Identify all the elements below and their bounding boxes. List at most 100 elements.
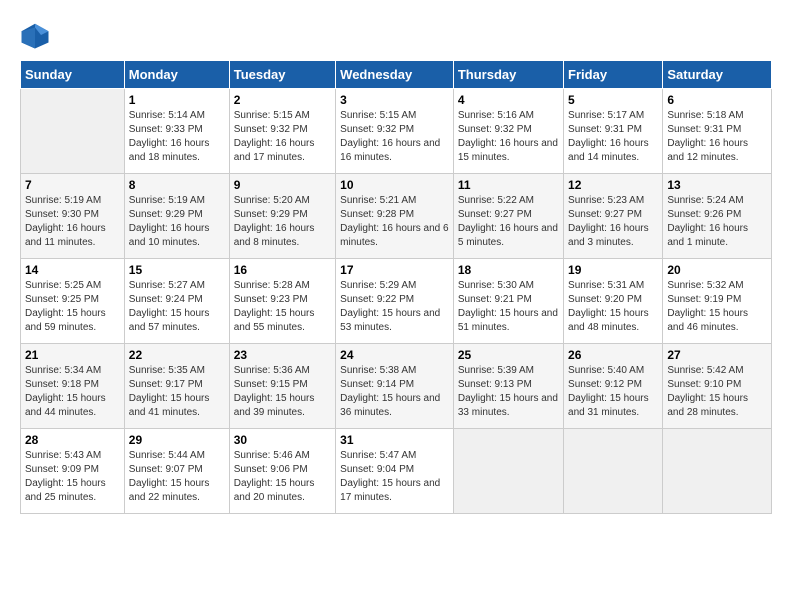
day-info: Sunrise: 5:47 AM Sunset: 9:04 PM Dayligh…: [340, 449, 449, 505]
daylight-text: Daylight: 15 hours and 41 minutes.: [129, 393, 210, 418]
calendar-cell: 2 Sunrise: 5:15 AM Sunset: 9:32 PM Dayli…: [229, 89, 335, 174]
day-number: 12: [568, 178, 658, 192]
day-info: Sunrise: 5:19 AM Sunset: 9:29 PM Dayligh…: [129, 194, 225, 250]
calendar-cell: 29 Sunrise: 5:44 AM Sunset: 9:07 PM Dayl…: [124, 429, 229, 514]
day-info: Sunrise: 5:27 AM Sunset: 9:24 PM Dayligh…: [129, 279, 225, 335]
day-info: Sunrise: 5:17 AM Sunset: 9:31 PM Dayligh…: [568, 109, 658, 165]
calendar-cell: 18 Sunrise: 5:30 AM Sunset: 9:21 PM Dayl…: [453, 259, 563, 344]
sunrise-text: Sunrise: 5:20 AM: [234, 195, 310, 206]
calendar-cell: 16 Sunrise: 5:28 AM Sunset: 9:23 PM Dayl…: [229, 259, 335, 344]
day-number: 7: [25, 178, 120, 192]
daylight-text: Daylight: 15 hours and 17 minutes.: [340, 478, 440, 503]
sunrise-text: Sunrise: 5:36 AM: [234, 365, 310, 376]
day-info: Sunrise: 5:30 AM Sunset: 9:21 PM Dayligh…: [458, 279, 559, 335]
day-number: 31: [340, 433, 449, 447]
sunrise-text: Sunrise: 5:24 AM: [667, 195, 743, 206]
calendar-cell: 31 Sunrise: 5:47 AM Sunset: 9:04 PM Dayl…: [336, 429, 454, 514]
sunrise-text: Sunrise: 5:22 AM: [458, 195, 534, 206]
calendar-cell: 7 Sunrise: 5:19 AM Sunset: 9:30 PM Dayli…: [21, 174, 125, 259]
calendar-cell: 9 Sunrise: 5:20 AM Sunset: 9:29 PM Dayli…: [229, 174, 335, 259]
calendar-week-row: 1 Sunrise: 5:14 AM Sunset: 9:33 PM Dayli…: [21, 89, 772, 174]
sunset-text: Sunset: 9:22 PM: [340, 294, 414, 305]
day-number: 10: [340, 178, 449, 192]
daylight-text: Daylight: 15 hours and 31 minutes.: [568, 393, 649, 418]
sunrise-text: Sunrise: 5:42 AM: [667, 365, 743, 376]
day-info: Sunrise: 5:20 AM Sunset: 9:29 PM Dayligh…: [234, 194, 331, 250]
calendar-week-row: 7 Sunrise: 5:19 AM Sunset: 9:30 PM Dayli…: [21, 174, 772, 259]
sunset-text: Sunset: 9:15 PM: [234, 379, 308, 390]
daylight-text: Daylight: 15 hours and 22 minutes.: [129, 478, 210, 503]
day-info: Sunrise: 5:32 AM Sunset: 9:19 PM Dayligh…: [667, 279, 767, 335]
day-number: 18: [458, 263, 559, 277]
daylight-text: Daylight: 16 hours and 8 minutes.: [234, 223, 315, 248]
day-number: 23: [234, 348, 331, 362]
sunrise-text: Sunrise: 5:15 AM: [234, 110, 310, 121]
sunset-text: Sunset: 9:29 PM: [129, 209, 203, 220]
daylight-text: Daylight: 15 hours and 57 minutes.: [129, 308, 210, 333]
day-info: Sunrise: 5:34 AM Sunset: 9:18 PM Dayligh…: [25, 364, 120, 420]
day-number: 3: [340, 93, 449, 107]
day-number: 13: [667, 178, 767, 192]
day-number: 15: [129, 263, 225, 277]
sunset-text: Sunset: 9:27 PM: [458, 209, 532, 220]
sunset-text: Sunset: 9:09 PM: [25, 464, 99, 475]
day-info: Sunrise: 5:24 AM Sunset: 9:26 PM Dayligh…: [667, 194, 767, 250]
day-number: 11: [458, 178, 559, 192]
daylight-text: Daylight: 16 hours and 17 minutes.: [234, 138, 315, 163]
calendar-week-row: 14 Sunrise: 5:25 AM Sunset: 9:25 PM Dayl…: [21, 259, 772, 344]
sunrise-text: Sunrise: 5:38 AM: [340, 365, 416, 376]
calendar-cell: 6 Sunrise: 5:18 AM Sunset: 9:31 PM Dayli…: [663, 89, 772, 174]
calendar-cell: 15 Sunrise: 5:27 AM Sunset: 9:24 PM Dayl…: [124, 259, 229, 344]
sunrise-text: Sunrise: 5:17 AM: [568, 110, 644, 121]
calendar-cell: 17 Sunrise: 5:29 AM Sunset: 9:22 PM Dayl…: [336, 259, 454, 344]
daylight-text: Daylight: 15 hours and 48 minutes.: [568, 308, 649, 333]
weekday-header: Friday: [564, 61, 663, 89]
daylight-text: Daylight: 15 hours and 51 minutes.: [458, 308, 558, 333]
calendar-cell: 22 Sunrise: 5:35 AM Sunset: 9:17 PM Dayl…: [124, 344, 229, 429]
sunset-text: Sunset: 9:13 PM: [458, 379, 532, 390]
day-info: Sunrise: 5:23 AM Sunset: 9:27 PM Dayligh…: [568, 194, 658, 250]
day-info: Sunrise: 5:14 AM Sunset: 9:33 PM Dayligh…: [129, 109, 225, 165]
sunset-text: Sunset: 9:32 PM: [458, 124, 532, 135]
sunrise-text: Sunrise: 5:27 AM: [129, 280, 205, 291]
weekday-header: Monday: [124, 61, 229, 89]
day-info: Sunrise: 5:19 AM Sunset: 9:30 PM Dayligh…: [25, 194, 120, 250]
daylight-text: Daylight: 16 hours and 16 minutes.: [340, 138, 440, 163]
calendar-cell: 30 Sunrise: 5:46 AM Sunset: 9:06 PM Dayl…: [229, 429, 335, 514]
day-number: 1: [129, 93, 225, 107]
sunset-text: Sunset: 9:28 PM: [340, 209, 414, 220]
day-info: Sunrise: 5:46 AM Sunset: 9:06 PM Dayligh…: [234, 449, 331, 505]
weekday-header: Saturday: [663, 61, 772, 89]
sunrise-text: Sunrise: 5:30 AM: [458, 280, 534, 291]
calendar-header-row: SundayMondayTuesdayWednesdayThursdayFrid…: [21, 61, 772, 89]
day-number: 5: [568, 93, 658, 107]
daylight-text: Daylight: 15 hours and 33 minutes.: [458, 393, 558, 418]
daylight-text: Daylight: 15 hours and 39 minutes.: [234, 393, 315, 418]
day-number: 28: [25, 433, 120, 447]
day-info: Sunrise: 5:31 AM Sunset: 9:20 PM Dayligh…: [568, 279, 658, 335]
daylight-text: Daylight: 16 hours and 5 minutes.: [458, 223, 558, 248]
sunrise-text: Sunrise: 5:35 AM: [129, 365, 205, 376]
sunrise-text: Sunrise: 5:40 AM: [568, 365, 644, 376]
daylight-text: Daylight: 15 hours and 44 minutes.: [25, 393, 106, 418]
day-number: 17: [340, 263, 449, 277]
calendar-cell: 23 Sunrise: 5:36 AM Sunset: 9:15 PM Dayl…: [229, 344, 335, 429]
sunset-text: Sunset: 9:06 PM: [234, 464, 308, 475]
day-number: 27: [667, 348, 767, 362]
day-info: Sunrise: 5:25 AM Sunset: 9:25 PM Dayligh…: [25, 279, 120, 335]
sunset-text: Sunset: 9:12 PM: [568, 379, 642, 390]
day-number: 29: [129, 433, 225, 447]
calendar-cell: 3 Sunrise: 5:15 AM Sunset: 9:32 PM Dayli…: [336, 89, 454, 174]
daylight-text: Daylight: 16 hours and 1 minute.: [667, 223, 748, 248]
daylight-text: Daylight: 16 hours and 14 minutes.: [568, 138, 649, 163]
day-number: 26: [568, 348, 658, 362]
day-number: 9: [234, 178, 331, 192]
weekday-header: Tuesday: [229, 61, 335, 89]
sunset-text: Sunset: 9:32 PM: [234, 124, 308, 135]
daylight-text: Daylight: 15 hours and 46 minutes.: [667, 308, 748, 333]
daylight-text: Daylight: 16 hours and 11 minutes.: [25, 223, 106, 248]
daylight-text: Daylight: 15 hours and 28 minutes.: [667, 393, 748, 418]
day-number: 25: [458, 348, 559, 362]
day-info: Sunrise: 5:18 AM Sunset: 9:31 PM Dayligh…: [667, 109, 767, 165]
sunrise-text: Sunrise: 5:47 AM: [340, 450, 416, 461]
